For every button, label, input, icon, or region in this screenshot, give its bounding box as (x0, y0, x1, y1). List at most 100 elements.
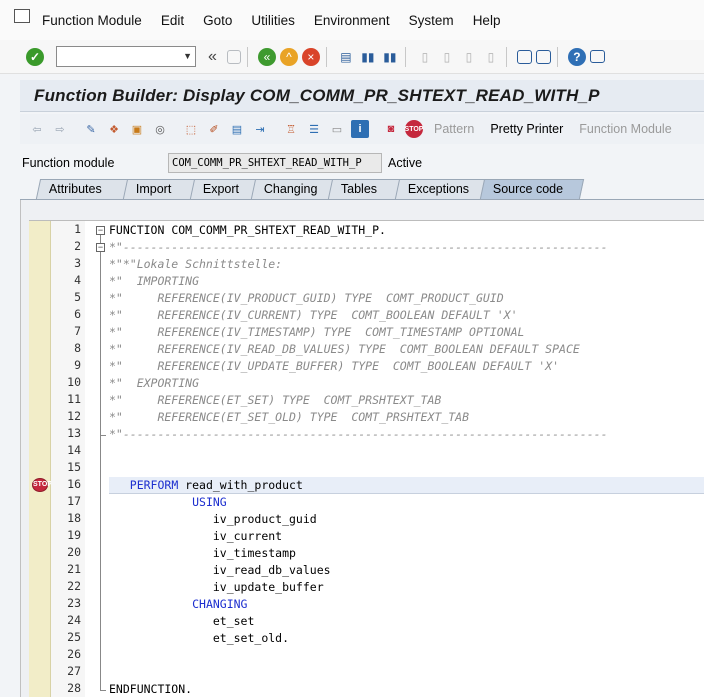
previous-page-icon[interactable]: ▯ (438, 48, 456, 66)
menu-environment[interactable]: Environment (314, 13, 390, 28)
code-line[interactable]: *"--------------------------------------… (109, 239, 704, 256)
next-page-icon[interactable]: ▯ (460, 48, 478, 66)
code-line[interactable]: *" REFERENCE(IV_READ_DB_VALUES) TYPE COM… (109, 341, 704, 358)
layout-menu-icon[interactable] (589, 50, 605, 63)
save-icon[interactable] (226, 49, 241, 64)
code-line[interactable]: *" REFERENCE(IV_TIMESTAMP) TYPE COMT_TIM… (109, 324, 704, 341)
menu-utilities[interactable]: Utilities (251, 13, 295, 28)
code-line[interactable] (109, 460, 704, 477)
breakpoint-gutter[interactable]: STOP (29, 221, 52, 697)
menu-help[interactable]: Help (473, 13, 501, 28)
code-line[interactable]: *" REFERENCE(ET_SET_OLD) TYPE COMT_PRSHT… (109, 409, 704, 426)
find-icon[interactable]: ▮▮ (359, 48, 377, 66)
menu-bar: Function Module Edit Goto Utilities Envi… (0, 0, 704, 40)
code-line[interactable]: *" EXPORTING (109, 375, 704, 392)
code-line[interactable]: *"*"Lokale Schnittstelle: (109, 256, 704, 273)
activate-icon[interactable]: ◎ (151, 120, 169, 138)
session-breakpoint-icon[interactable]: STOP (405, 120, 423, 138)
find-next-icon[interactable]: ▮▮ (381, 48, 399, 66)
fold-line (100, 252, 101, 435)
code-line[interactable]: CHANGING (109, 596, 704, 613)
pretty-printer-button[interactable]: Pretty Printer (490, 122, 563, 136)
back-icon[interactable]: « (257, 47, 276, 66)
info-icon[interactable]: i (351, 120, 369, 138)
code-line[interactable]: et_set (109, 613, 704, 630)
enter-check-icon[interactable]: ✓ (26, 47, 44, 66)
tab-changing[interactable]: Changing (250, 179, 338, 199)
code-line[interactable]: *" REFERENCE(IV_UPDATE_BUFFER) TYPE COMT… (109, 358, 704, 375)
hierarchy-icon[interactable]: ♖ (282, 120, 300, 138)
exit-icon[interactable]: ^ (279, 47, 298, 66)
code-line[interactable]: iv_read_db_values (109, 562, 704, 579)
collapse-chevron-icon[interactable]: « (208, 48, 217, 66)
code-line[interactable]: ENDFUNCTION. (109, 681, 704, 697)
chevron-down-icon[interactable]: ▼ (183, 51, 192, 61)
menu-window-icon[interactable] (14, 9, 30, 23)
set-breakpoint-icon[interactable]: ◙ (382, 120, 400, 138)
line-number: 7 (74, 324, 81, 338)
command-field[interactable]: ▼ (56, 46, 196, 67)
shortcut-icon[interactable] (535, 49, 551, 64)
last-page-icon[interactable]: ▯ (482, 48, 500, 66)
tab-exceptions[interactable]: Exceptions (394, 179, 490, 199)
code-line[interactable]: *" REFERENCE(ET_SET) TYPE COMT_PRSHTEXT_… (109, 392, 704, 409)
help-icon[interactable]: ? (567, 47, 586, 66)
code-line[interactable]: *" REFERENCE(IV_CURRENT) TYPE COMT_BOOLE… (109, 307, 704, 324)
cancel-icon[interactable]: × (301, 47, 320, 66)
fold-toggle-icon[interactable]: − (96, 243, 105, 252)
tab-export[interactable]: Export (189, 179, 261, 199)
code-line[interactable]: *" REFERENCE(IV_PRODUCT_GUID) TYPE COMT_… (109, 290, 704, 307)
first-page-icon[interactable]: ▯ (416, 48, 434, 66)
new-session-icon[interactable] (516, 49, 532, 64)
tab-tables[interactable]: Tables (327, 179, 405, 199)
code-line[interactable]: USING (109, 494, 704, 511)
line-number: 20 (67, 545, 81, 559)
code-line[interactable]: iv_timestamp (109, 545, 704, 562)
display-object-list-icon[interactable]: ▤ (228, 120, 246, 138)
line-number: 17 (67, 494, 81, 508)
forward-arrow-icon[interactable]: ⇨ (51, 120, 69, 138)
menu-goto[interactable]: Goto (203, 13, 232, 28)
tab-import[interactable]: Import (122, 179, 200, 199)
check-icon[interactable]: ▣ (128, 120, 146, 138)
code-line[interactable]: iv_product_guid (109, 511, 704, 528)
pattern-button[interactable]: Pattern (434, 122, 474, 136)
code-line[interactable] (109, 647, 704, 664)
code-line[interactable]: *"--------------------------------------… (109, 426, 704, 443)
command-input[interactable] (57, 47, 175, 66)
code-area[interactable]: STOP 1 2 3 4 5 6 7 8 9 10 11 12 13 14 15 16 17 18 19 20 21 22… (29, 220, 704, 697)
standard-toolbar: ✓ ▼ « « ^ × ▤ ▮▮ ▮▮ ▯ ▯ ▯ ▯ ? (0, 40, 704, 74)
other-object-icon[interactable]: ❖ (105, 120, 123, 138)
code-line[interactable]: et_set_old. (109, 630, 704, 647)
menu-edit[interactable]: Edit (161, 13, 184, 28)
toolbar-separator (246, 46, 248, 67)
fold-toggle-icon[interactable]: − (96, 226, 105, 235)
line-number: 10 (67, 375, 81, 389)
toolbar-separator (404, 46, 406, 67)
display-change-icon[interactable]: ✎ (82, 120, 100, 138)
code-line[interactable]: *" IMPORTING (109, 273, 704, 290)
where-used-icon[interactable]: ⬚ (182, 120, 200, 138)
test-icon[interactable]: ✐ (205, 120, 223, 138)
function-module-button[interactable]: Function Module (579, 122, 671, 136)
menu-function-module[interactable]: Function Module (42, 13, 142, 28)
code-line[interactable]: PERFORM read_with_product (109, 477, 704, 494)
toolbar-separator (556, 46, 558, 67)
line-number: 14 (67, 443, 81, 457)
code-line[interactable]: iv_current (109, 528, 704, 545)
breakpoint-stop-icon[interactable]: STOP (32, 478, 52, 492)
code-line[interactable] (109, 443, 704, 460)
code-line[interactable]: iv_update_buffer (109, 579, 704, 596)
print-icon[interactable]: ▤ (337, 48, 355, 66)
tab-source-code[interactable]: Source code (479, 179, 585, 199)
code-line[interactable] (109, 664, 704, 681)
function-module-field[interactable]: COM_COMM_PR_SHTEXT_READ_WITH_P (168, 153, 382, 173)
code-line[interactable]: FUNCTION COM_COMM_PR_SHTEXT_READ_WITH_P. (109, 222, 704, 239)
back-arrow-icon[interactable]: ⇦ (28, 120, 46, 138)
structure-icon[interactable]: ☰ (305, 120, 323, 138)
window-icon[interactable]: ▭ (328, 120, 346, 138)
tab-attributes[interactable]: Attributes (35, 179, 133, 199)
menu-system[interactable]: System (409, 13, 454, 28)
navigation-icon[interactable]: ⇥ (251, 120, 269, 138)
line-number: 6 (74, 307, 81, 321)
